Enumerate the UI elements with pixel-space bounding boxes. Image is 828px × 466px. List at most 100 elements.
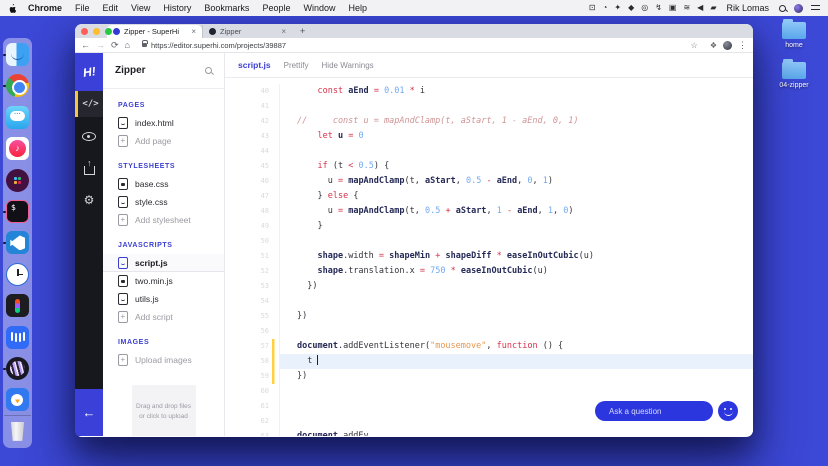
dock-intercom[interactable]: [6, 325, 29, 349]
dock-trash[interactable]: [4, 414, 31, 443]
close-tab-icon[interactable]: ×: [281, 27, 286, 36]
code-line-43[interactable]: 43 let u = 0: [225, 129, 753, 144]
dock-messages[interactable]: [6, 105, 29, 129]
menu-history[interactable]: History: [163, 3, 191, 13]
menu-help[interactable]: Help: [348, 3, 367, 13]
code-line-40[interactable]: 40 const aEnd = 0.01 * i: [225, 84, 753, 99]
superhi-logo[interactable]: H!: [75, 53, 103, 91]
spotlight-icon[interactable]: [779, 4, 786, 12]
code-line-44[interactable]: 44: [225, 144, 753, 159]
code-line-60[interactable]: 60: [225, 384, 753, 399]
code-line-63[interactable]: 63 document.addEv: [225, 429, 753, 436]
battery-icon[interactable]: ▰: [710, 4, 716, 12]
minimize-window-button[interactable]: [93, 28, 100, 35]
file-utils-js[interactable]: utils.js: [103, 290, 224, 308]
code-line-53[interactable]: 53 }): [225, 279, 753, 294]
help-smiley-button[interactable]: [718, 401, 738, 421]
code-line-42[interactable]: 42 // const u = mapAndClamp(t, aStart, 1 …: [225, 114, 753, 129]
file-upload-images[interactable]: Upload images: [103, 351, 224, 369]
dock-terminal[interactable]: [3, 200, 29, 224]
search-icon[interactable]: [205, 67, 212, 74]
menu-people[interactable]: People: [262, 3, 290, 13]
file-index-html[interactable]: index.html: [103, 114, 224, 132]
wifi-icon[interactable]: ≋: [683, 4, 690, 12]
backblaze-icon[interactable]: ◎: [641, 4, 648, 12]
settings-button[interactable]: ⚙: [75, 187, 103, 213]
file-two-min-js[interactable]: two.min.js: [103, 272, 224, 290]
user-menu[interactable]: Rik Lomas: [726, 3, 769, 13]
bookmark-star-icon[interactable]: ☆: [691, 41, 698, 50]
screen-mirroring-icon[interactable]: ⊡: [589, 4, 596, 12]
code-line-57[interactable]: 57 document.addEventListener("mousemove",…: [225, 339, 753, 354]
code-line-52[interactable]: 52 shape.translation.x = 750 * easeInOut…: [225, 264, 753, 279]
code-line-50[interactable]: 50: [225, 234, 753, 249]
new-tab-button[interactable]: +: [300, 26, 305, 36]
siri-icon[interactable]: [794, 3, 803, 13]
hide-warnings-button[interactable]: Hide Warnings: [322, 61, 374, 70]
tab-zipper-preview[interactable]: Zipper ×: [202, 25, 292, 38]
tab-zipper-superhi[interactable]: Zipper - SuperHi ×: [107, 25, 202, 38]
dock-chrome[interactable]: [3, 74, 29, 98]
file-add-script[interactable]: Add script: [103, 308, 224, 326]
code-line-58[interactable]: 58 t: [225, 354, 753, 369]
browser-menu-icon[interactable]: ⋮: [738, 40, 747, 50]
code-line-54[interactable]: 54: [225, 294, 753, 309]
close-tab-icon[interactable]: ×: [191, 27, 196, 36]
menu-chrome[interactable]: Chrome: [28, 3, 62, 13]
bluetooth-icon[interactable]: ↯: [655, 4, 662, 12]
ask-a-question-input[interactable]: Ask a question: [595, 401, 713, 421]
forward-icon[interactable]: →: [96, 40, 105, 50]
zoom-window-button[interactable]: [105, 28, 112, 35]
code-line-41[interactable]: 41: [225, 99, 753, 114]
extension-icon[interactable]: ❖: [710, 41, 717, 50]
preview-button[interactable]: [75, 123, 103, 149]
dock-screenflow[interactable]: [3, 357, 29, 381]
clock-icon[interactable]: ◔: [603, 4, 608, 12]
code-line-46[interactable]: 46 u = mapAndClamp(t, aStart, 0.5 - aEnd…: [225, 174, 753, 189]
code-line-48[interactable]: 48 u = mapAndClamp(t, 0.5 + aStart, 1 - …: [225, 204, 753, 219]
back-to-dashboard-button[interactable]: ←: [75, 389, 103, 436]
desktop-folder-home[interactable]: home: [772, 19, 816, 49]
volume-icon[interactable]: ◀: [697, 4, 703, 12]
menu-file[interactable]: File: [75, 3, 90, 13]
close-window-button[interactable]: [81, 28, 88, 35]
file-add-page[interactable]: Add page: [103, 132, 224, 150]
code-line-55[interactable]: 55}): [225, 309, 753, 324]
share-button[interactable]: [75, 155, 103, 181]
apple-menu-icon[interactable]: [8, 3, 17, 14]
reload-icon[interactable]: ⟳: [111, 40, 119, 50]
onepassword-icon[interactable]: ✦: [614, 4, 621, 12]
display-icon[interactable]: ▣: [669, 4, 677, 12]
file-base-css[interactable]: base.css: [103, 175, 224, 193]
dock-music[interactable]: [6, 137, 29, 161]
dock-slack[interactable]: [6, 168, 29, 192]
code-line-49[interactable]: 49 }: [225, 219, 753, 234]
code-view-button[interactable]: </>: [75, 91, 103, 117]
notification-center-icon[interactable]: [811, 4, 820, 12]
code-line-51[interactable]: 51 shape.width = shapeMin + shapeDiff * …: [225, 249, 753, 264]
prettify-button[interactable]: Prettify: [284, 61, 309, 70]
code-line-47[interactable]: 47 } else {: [225, 189, 753, 204]
code-area[interactable]: 40 const aEnd = 0.01 * i 41 42 // const u =…: [225, 79, 753, 436]
dock-finder[interactable]: [3, 43, 29, 66]
dropbox-icon[interactable]: ◆: [628, 4, 634, 12]
back-icon[interactable]: ←: [81, 40, 90, 50]
menu-edit[interactable]: Edit: [103, 3, 119, 13]
code-line-45[interactable]: 45 if (t < 0.5) {: [225, 159, 753, 174]
dock-clock[interactable]: [6, 262, 29, 286]
address-bar[interactable]: https://editor.superhi.com/projects/3988…: [136, 40, 704, 51]
code-line-59[interactable]: 59}): [225, 369, 753, 384]
menu-window[interactable]: Window: [303, 3, 335, 13]
desktop-folder-04-zipper[interactable]: 04-zipper: [772, 59, 816, 89]
file-dropzone[interactable]: Drag and drop files or click to upload: [131, 385, 196, 436]
dock-figma[interactable]: [6, 294, 29, 318]
code-line-56[interactable]: 56: [225, 324, 753, 339]
file-script-js[interactable]: script.js: [103, 254, 224, 272]
file-add-stylesheet[interactable]: Add stylesheet: [103, 211, 224, 229]
menu-view[interactable]: View: [131, 3, 150, 13]
dock-birdie[interactable]: [6, 388, 29, 412]
menu-bookmarks[interactable]: Bookmarks: [204, 3, 249, 13]
profile-avatar[interactable]: [723, 40, 732, 50]
file-style-css[interactable]: style.css: [103, 193, 224, 211]
home-icon[interactable]: ⌂: [125, 40, 130, 50]
